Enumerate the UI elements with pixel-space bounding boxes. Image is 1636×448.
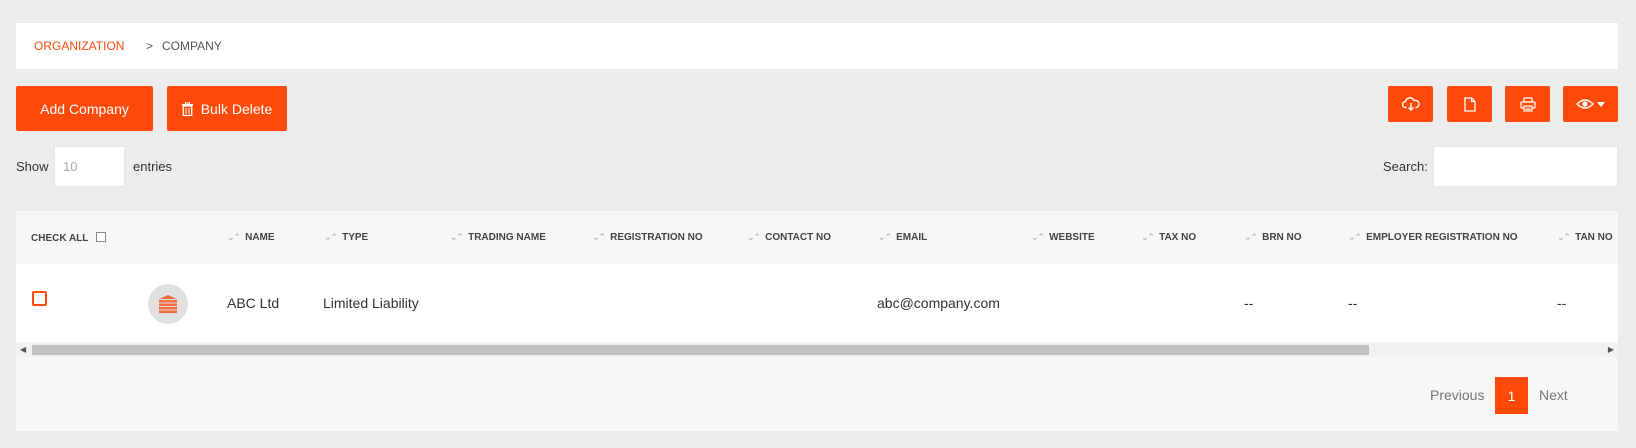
cell-email: abc@company.com <box>877 295 1000 311</box>
table-header: CHECK ALL ⌄⌃ NAME ⌄⌃ TYPE ⌄⌃ TRADING NAME ⌄… <box>16 211 1618 264</box>
sort-icon: ⌄⌃ <box>1557 232 1571 242</box>
sort-icon: ⌄⌃ <box>450 232 464 242</box>
column-header-registration-no[interactable]: ⌄⌃ REGISTRATION NO <box>592 232 703 243</box>
export-file-button[interactable] <box>1447 86 1492 122</box>
eye-icon <box>1576 99 1594 109</box>
cell-tan-no: -- <box>1557 295 1567 311</box>
add-company-button[interactable]: Add Company <box>16 86 153 131</box>
table-row: ABC Ltd Limited Liability abc@company.co… <box>16 264 1618 342</box>
show-label: Show <box>16 159 49 174</box>
sort-icon: ⌄⌃ <box>1348 232 1362 242</box>
cell-name: ABC Ltd <box>227 295 280 311</box>
cloud-download-icon <box>1401 97 1420 111</box>
breadcrumb: ORGANIZATION > COMPANY <box>16 23 1618 69</box>
column-header-trading-name[interactable]: ⌄⌃ TRADING NAME <box>450 232 546 243</box>
cell-brn-no: -- <box>1244 295 1254 311</box>
scrollbar-thumb[interactable] <box>32 345 1369 355</box>
sort-icon: ⌄⌃ <box>592 232 606 242</box>
search-input[interactable] <box>1433 146 1618 187</box>
column-header-website[interactable]: ⌄⌃ WEBSITE <box>1031 232 1095 243</box>
search-label: Search: <box>1383 159 1428 174</box>
pagination-previous[interactable]: Previous <box>1430 387 1484 403</box>
scroll-right-arrow-icon[interactable]: ▶ <box>1608 345 1614 354</box>
breadcrumb-organization-link[interactable]: ORGANIZATION <box>34 39 124 53</box>
column-header-brn-no[interactable]: ⌄⌃ BRN NO <box>1244 232 1302 243</box>
building-icon <box>159 295 177 313</box>
sort-icon: ⌄⌃ <box>878 232 892 242</box>
pagination-next[interactable]: Next <box>1539 387 1568 403</box>
print-button[interactable] <box>1505 86 1550 122</box>
column-header-tan-no[interactable]: ⌄⌃ TAN NO <box>1557 232 1613 243</box>
export-csv-button[interactable] <box>1388 86 1433 122</box>
bulk-delete-button[interactable]: Bulk Delete <box>167 86 287 131</box>
print-icon <box>1519 96 1536 112</box>
column-header-tax-no[interactable]: ⌄⌃ TAX NO <box>1141 232 1196 243</box>
sort-icon: ⌄⌃ <box>1141 232 1155 242</box>
sort-icon: ⌄⌃ <box>227 232 241 242</box>
caret-down-icon <box>1597 101 1605 107</box>
pagination-page-1[interactable]: 1 <box>1495 377 1528 414</box>
column-header-type[interactable]: ⌄⌃ TYPE <box>324 232 368 243</box>
entries-per-page-input[interactable] <box>54 146 125 187</box>
cell-employer-registration-no: -- <box>1348 295 1358 311</box>
scroll-left-arrow-icon[interactable]: ◀ <box>20 345 26 354</box>
horizontal-scrollbar[interactable]: ◀ ▶ <box>16 343 1618 357</box>
column-header-name[interactable]: ⌄⌃ NAME <box>227 232 275 243</box>
entries-label: entries <box>133 159 173 174</box>
check-all[interactable]: CHECK ALL <box>31 232 107 244</box>
file-icon <box>1463 96 1476 112</box>
sort-icon: ⌄⌃ <box>747 232 761 242</box>
breadcrumb-current: COMPANY <box>162 39 222 53</box>
breadcrumb-separator: > <box>146 39 154 53</box>
cell-type: Limited Liability <box>323 295 419 311</box>
sort-icon: ⌄⌃ <box>1244 232 1258 242</box>
sort-icon: ⌄⌃ <box>324 232 338 242</box>
check-all-checkbox[interactable] <box>96 232 107 242</box>
company-table: CHECK ALL ⌄⌃ NAME ⌄⌃ TYPE ⌄⌃ TRADING NAME ⌄… <box>16 211 1618 431</box>
column-header-email[interactable]: ⌄⌃ EMAIL <box>878 232 927 243</box>
sort-icon: ⌄⌃ <box>1031 232 1045 242</box>
check-all-label: CHECK ALL <box>31 233 89 244</box>
column-header-employer-registration-no[interactable]: ⌄⌃ EMPLOYER REGISTRATION NO <box>1348 232 1518 243</box>
column-header-contact-no[interactable]: ⌄⌃ CONTACT NO <box>747 232 831 243</box>
column-visibility-button[interactable] <box>1563 86 1618 122</box>
company-logo <box>148 284 188 324</box>
bulk-delete-label: Bulk Delete <box>200 100 273 117</box>
trash-icon <box>181 101 193 116</box>
row-checkbox[interactable] <box>32 291 47 306</box>
